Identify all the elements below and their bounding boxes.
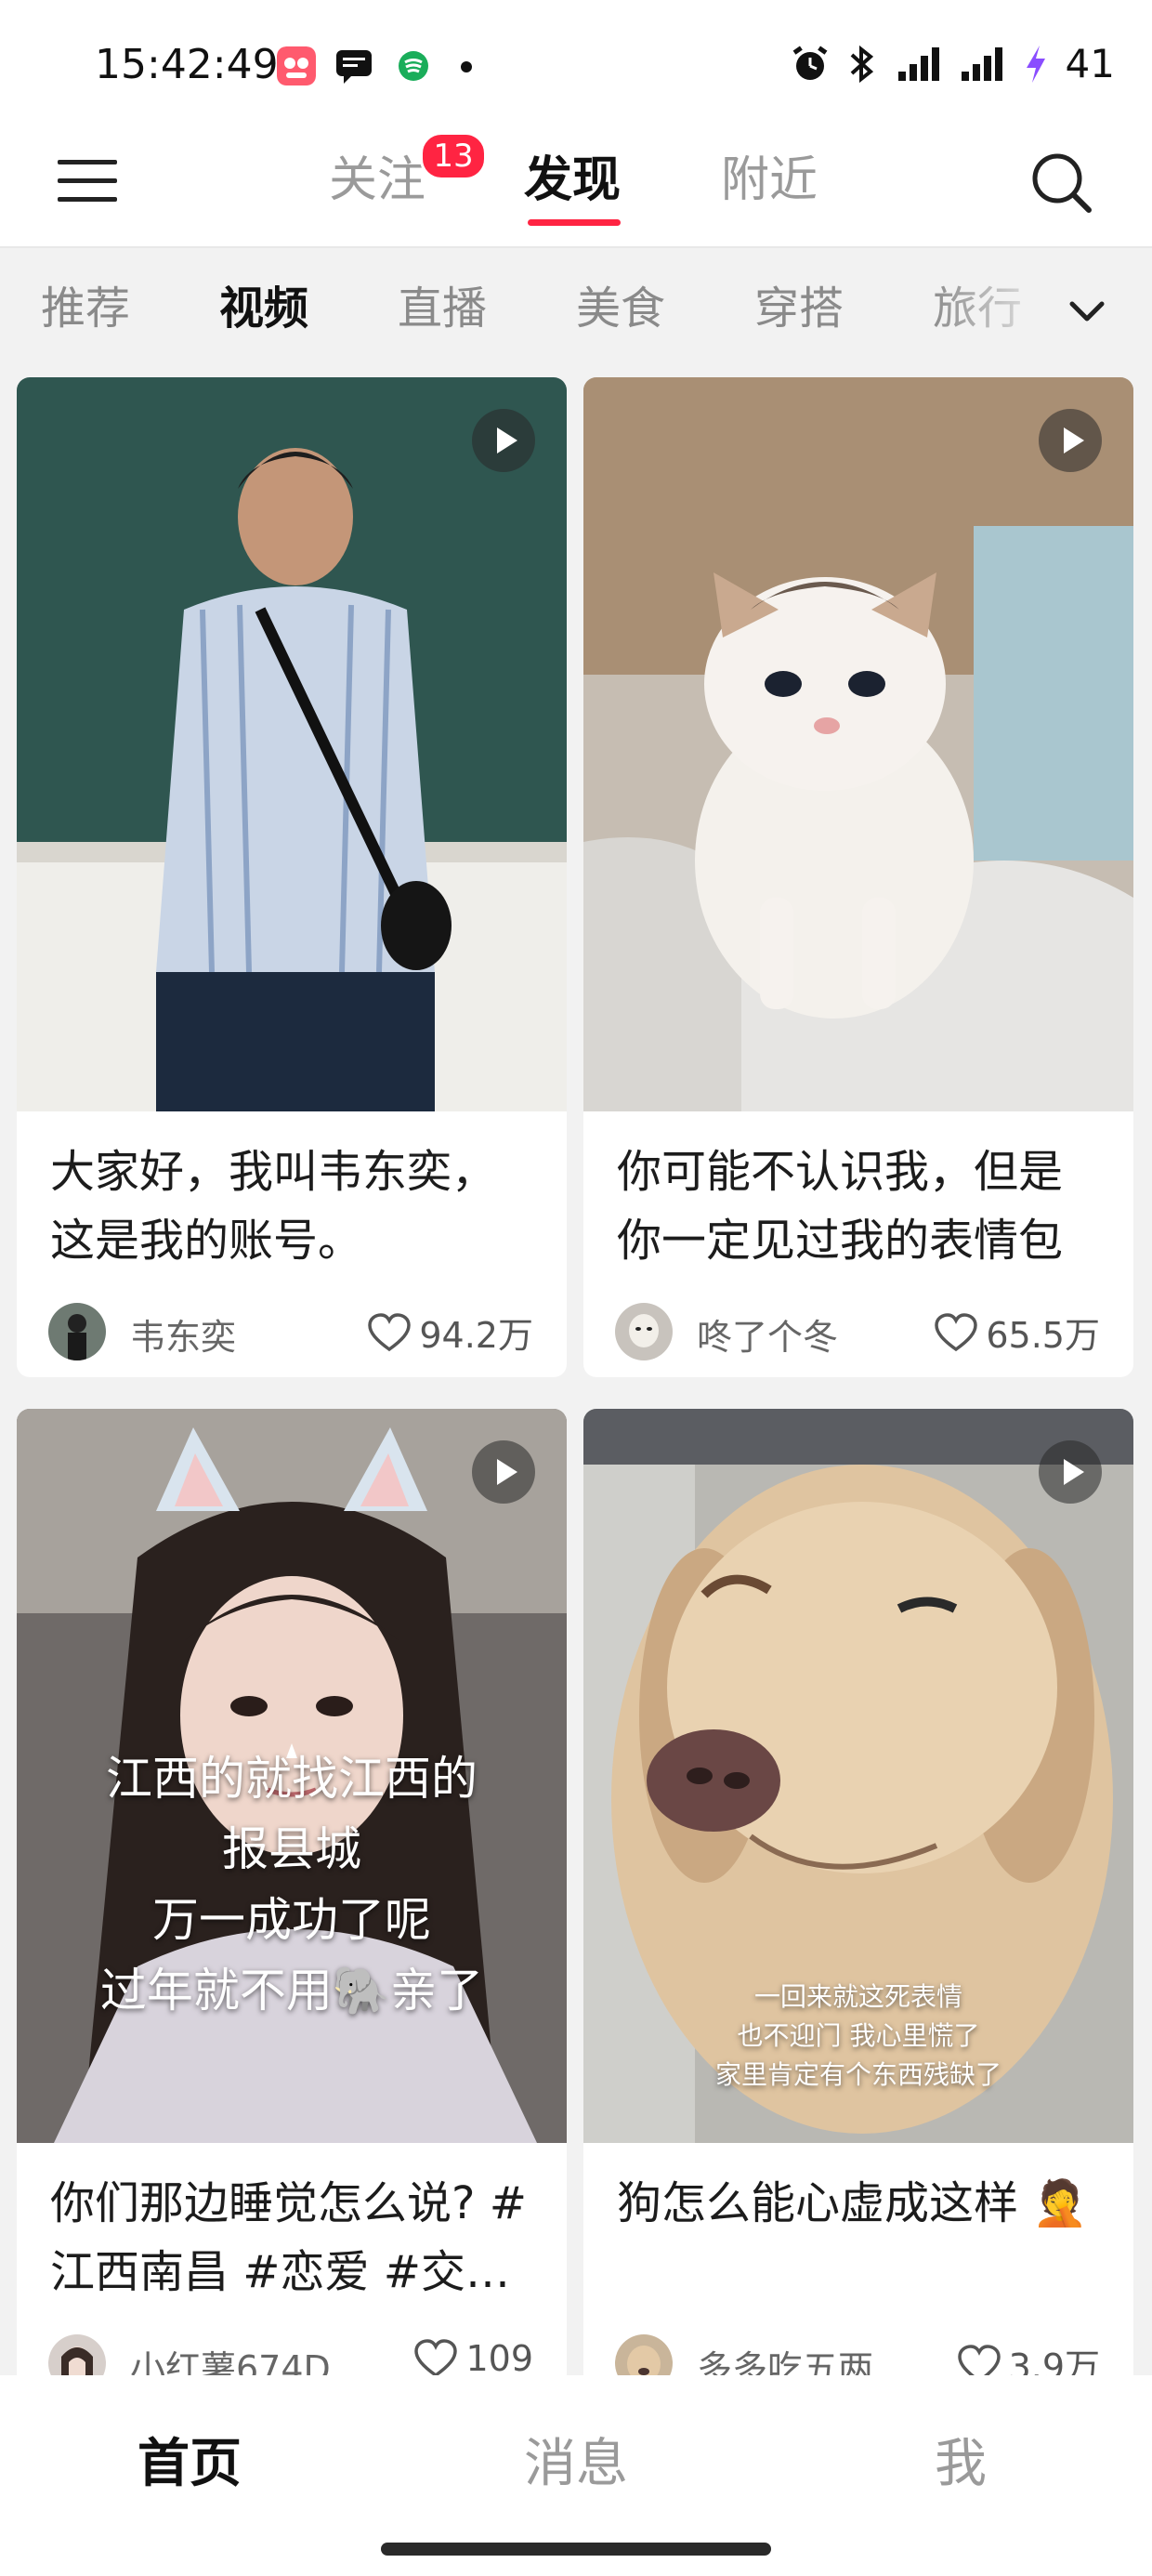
card-title: 大家好，我叫韦东奕，这是我的账号。 xyxy=(50,1146,497,1267)
top-nav: 关注 13 发现 附近 xyxy=(0,130,1152,248)
kitten-photo xyxy=(583,377,1133,1111)
app-root: 15:42:49 41 关注 13 发现 附近 推荐 视频 直播 美食 穿搭 大… xyxy=(0,0,1152,2576)
status-bar: 15:42:49 41 xyxy=(0,0,1152,130)
menu-icon[interactable] xyxy=(58,154,117,206)
category-food[interactable]: 美食 xyxy=(576,276,665,341)
tab-discover[interactable]: 发现 xyxy=(524,139,621,221)
play-icon xyxy=(472,1440,535,1504)
bottom-nav: 首页 消息 我 xyxy=(0,2375,1152,2576)
like-button[interactable]: 65.5万 xyxy=(934,1307,1100,1358)
search-icon[interactable] xyxy=(1029,151,1094,216)
feed-card[interactable]: 你可能不认识我，但是你一定见过我的表情包 咚了个冬 65.5万 xyxy=(583,377,1133,1377)
like-button[interactable]: 94.2万 xyxy=(367,1307,533,1358)
home-indicator[interactable] xyxy=(381,2543,771,2556)
card-meta: 咚了个冬 65.5万 xyxy=(583,1275,1133,1377)
author-name[interactable]: 咚了个冬 xyxy=(697,1308,838,1360)
tab-following[interactable]: 关注 xyxy=(329,139,425,221)
card-title: 你可能不认识我，但是你一定见过我的表情包 xyxy=(617,1146,1064,1267)
avatar[interactable] xyxy=(48,1303,106,1360)
heart-icon xyxy=(935,1312,978,1351)
author-name[interactable]: 韦东奕 xyxy=(130,1308,236,1360)
signal-icon xyxy=(961,46,1002,81)
category-outfit[interactable]: 穿搭 xyxy=(754,276,844,341)
dot-icon xyxy=(461,61,472,72)
card-thumbnail[interactable]: 一回来就这死表情 也不迎门 我心里慌了 家里肯定有个东西残缺了 xyxy=(583,1409,1133,2143)
category-live[interactable]: 直播 xyxy=(398,276,487,341)
tab-me[interactable]: 我 xyxy=(935,2422,987,2497)
like-count: 65.5万 xyxy=(986,1315,1100,1356)
card-thumbnail[interactable] xyxy=(583,377,1133,1111)
caption-line: 也不迎门 我心里慌了 xyxy=(737,2020,980,2051)
person-photo xyxy=(17,377,567,1111)
category-recommend[interactable]: 推荐 xyxy=(41,276,130,341)
card-title: 你们那边睡觉怎么说? #江西南昌 #恋爱 #交… xyxy=(50,2177,527,2298)
charging-icon xyxy=(1026,45,1045,83)
category-video[interactable]: 视频 xyxy=(219,276,308,341)
battery-level: 41 xyxy=(1065,41,1115,86)
wechat-icon xyxy=(399,51,428,81)
avatar[interactable] xyxy=(615,1303,673,1360)
play-icon xyxy=(1039,1440,1102,1504)
card-thumbnail[interactable] xyxy=(17,377,567,1111)
video-caption: 江西的就找江西的 报县城 万一成功了呢 过年就不用🐘亲了 xyxy=(17,1743,567,2026)
status-icons: 41 xyxy=(791,41,1115,86)
heart-icon xyxy=(368,1312,412,1351)
app-notification-icon xyxy=(277,46,316,85)
caption-line: 报县城 xyxy=(222,1822,361,1876)
status-time: 15:42:49 xyxy=(95,41,279,88)
signal-icon xyxy=(897,46,939,81)
category-fade xyxy=(929,267,1059,350)
feed-card[interactable]: 江西的就找江西的 报县城 万一成功了呢 过年就不用🐘亲了 你们那边睡觉怎么说? … xyxy=(17,1409,567,2409)
tab-messages[interactable]: 消息 xyxy=(524,2422,628,2497)
play-icon xyxy=(1039,409,1102,472)
tab-nearby[interactable]: 附近 xyxy=(721,139,818,221)
caption-line: 一回来就这死表情 xyxy=(753,1981,962,2012)
alarm-icon xyxy=(792,45,827,80)
caption-line: 过年就不用🐘亲了 xyxy=(99,1964,484,2017)
bluetooth-icon xyxy=(850,45,873,83)
feed-card[interactable]: 一回来就这死表情 也不迎门 我心里慌了 家里肯定有个东西残缺了 狗怎么能心虚成这… xyxy=(583,1409,1133,2409)
card-title: 狗怎么能心虚成这样 🤦 xyxy=(617,2177,1089,2229)
caption-line: 家里肯定有个东西残缺了 xyxy=(714,2059,1001,2090)
like-button[interactable]: 109 xyxy=(413,2338,533,2379)
caption-line: 万一成功了呢 xyxy=(152,1893,431,1947)
play-icon xyxy=(472,409,535,472)
active-tab-indicator xyxy=(528,219,621,226)
message-icon xyxy=(336,50,372,84)
following-badge: 13 xyxy=(420,132,487,180)
feed-card[interactable]: 大家好，我叫韦东奕，这是我的账号。 韦东奕 94.2万 xyxy=(17,377,567,1377)
heart-icon xyxy=(414,2339,458,2378)
like-count: 109 xyxy=(465,2338,533,2379)
card-thumbnail[interactable]: 江西的就找江西的 报县城 万一成功了呢 过年就不用🐘亲了 xyxy=(17,1409,567,2143)
like-count: 94.2万 xyxy=(419,1315,533,1356)
tab-home[interactable]: 首页 xyxy=(137,2422,242,2497)
category-bar: 推荐 视频 直播 美食 穿搭 旅行 xyxy=(0,248,1152,374)
tab-nearby-label: 附近 xyxy=(721,152,818,208)
tab-following-label: 关注 xyxy=(329,152,426,208)
caption-line: 江西的就找江西的 xyxy=(106,1752,478,1806)
video-caption: 一回来就这死表情 也不迎门 我心里慌了 家里肯定有个东西残缺了 xyxy=(583,1978,1133,2095)
card-meta: 韦东奕 94.2万 xyxy=(17,1275,567,1377)
tab-discover-label: 发现 xyxy=(524,152,622,208)
chevron-down-icon[interactable] xyxy=(1059,283,1115,339)
